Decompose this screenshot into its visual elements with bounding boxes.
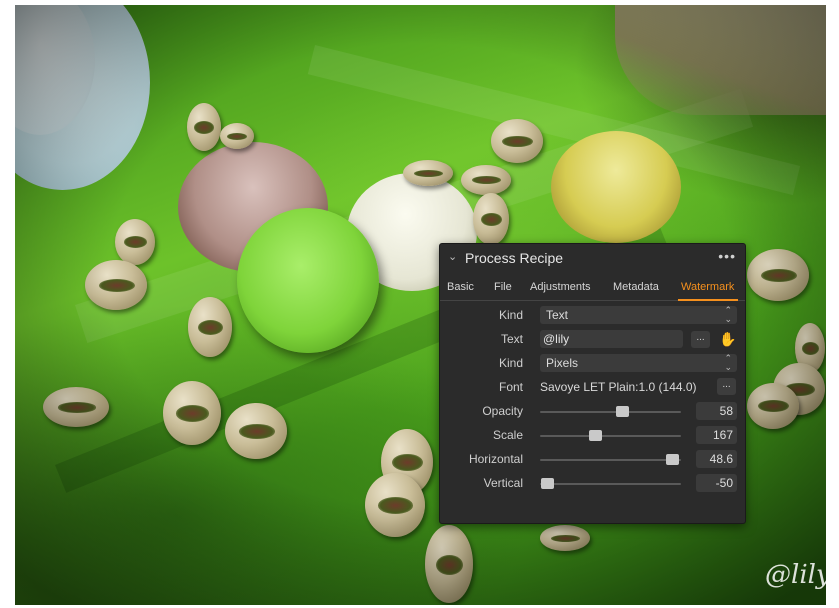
- text-label: Text: [500, 332, 523, 346]
- vertical-value-field[interactable]: -50: [696, 474, 737, 492]
- updown-chevron-icon: ⌃ ⌄: [724, 353, 732, 372]
- text-options-button[interactable]: ...: [691, 331, 710, 348]
- font-label: Font: [498, 380, 523, 394]
- process-recipe-panel: ⌄ Process Recipe ••• Basic File Adjustme…: [439, 243, 746, 524]
- panel-title: Process Recipe: [465, 250, 564, 266]
- font-picker-button[interactable]: ...: [717, 378, 736, 395]
- horizontal-slider-thumb[interactable]: [665, 454, 679, 465]
- kind-select-value: Text: [546, 308, 569, 322]
- kind-label: Kind: [498, 308, 523, 322]
- tab-file[interactable]: File: [494, 281, 512, 293]
- opacity-label: Opacity: [482, 404, 523, 418]
- active-tab-indicator: [678, 299, 738, 301]
- tab-bar: Basic File Adjustments Metadata Watermar…: [440, 277, 745, 301]
- scale-slider-thumb[interactable]: [588, 430, 602, 441]
- tab-watermark[interactable]: Watermark: [681, 281, 734, 293]
- size-kind-select[interactable]: Pixels ⌃ ⌄: [540, 354, 737, 372]
- size-kind-select-value: Pixels: [546, 356, 579, 370]
- watermark-text-value: @lily: [543, 332, 570, 346]
- opacity-value-field[interactable]: 58: [696, 402, 737, 420]
- scale-value-field[interactable]: 167: [696, 426, 737, 444]
- watermark-preview-text: @lily: [765, 560, 831, 590]
- horizontal-value-field[interactable]: 48.6: [696, 450, 737, 468]
- tab-metadata[interactable]: Metadata: [613, 281, 659, 293]
- vertical-slider-thumb[interactable]: [541, 478, 555, 489]
- size-kind-label: Kind: [498, 356, 523, 370]
- panel-header[interactable]: ⌄ Process Recipe •••: [440, 244, 745, 272]
- scale-slider[interactable]: [540, 430, 681, 441]
- font-value: Savoye LET Plain:1.0 (144.0): [540, 380, 697, 394]
- kind-select[interactable]: Text ⌃ ⌄: [540, 306, 737, 324]
- vertical-slider[interactable]: [540, 478, 681, 489]
- horizontal-slider[interactable]: [540, 454, 681, 465]
- tab-adjustments[interactable]: Adjustments: [530, 281, 591, 293]
- hand-drag-icon[interactable]: ✋: [719, 331, 736, 348]
- opacity-slider-thumb[interactable]: [615, 406, 629, 417]
- more-options-icon[interactable]: •••: [718, 248, 736, 264]
- chevron-down-icon[interactable]: ⌄: [448, 250, 460, 264]
- updown-chevron-icon: ⌃ ⌄: [724, 305, 732, 324]
- tab-basic[interactable]: Basic: [447, 281, 474, 293]
- vertical-label: Vertical: [483, 476, 523, 490]
- watermark-text-input[interactable]: @lily: [540, 330, 683, 348]
- opacity-slider[interactable]: [540, 406, 681, 417]
- scale-label: Scale: [492, 428, 523, 442]
- horizontal-label: Horizontal: [468, 452, 523, 466]
